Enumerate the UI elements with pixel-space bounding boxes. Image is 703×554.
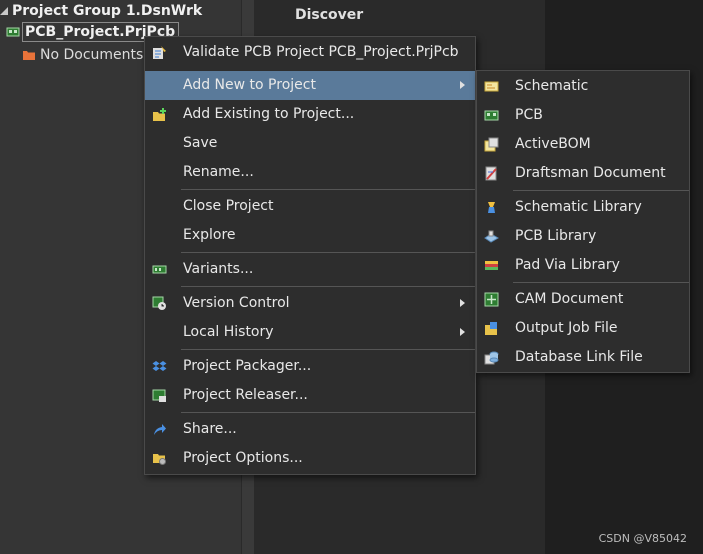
cam-document-label: CAM Document: [515, 291, 624, 307]
menu-item-options[interactable]: Project Options...: [145, 444, 475, 473]
variants-label: Variants...: [183, 261, 254, 277]
menu-item-packager[interactable]: Project Packager...: [145, 352, 475, 381]
menu-item-save[interactable]: Save: [145, 129, 475, 158]
submenu-arrow-icon: [460, 81, 465, 89]
menu-item-close-project[interactable]: Close Project: [145, 192, 475, 221]
schematic-icon: [484, 81, 499, 92]
share-arrow-icon: [154, 424, 166, 435]
validate-icon: [153, 46, 166, 59]
menu-separator: [513, 282, 689, 283]
submenu-item-activebom[interactable]: ActiveBOM: [477, 130, 689, 159]
output-job-file-label: Output Job File: [515, 320, 618, 336]
activebom-label: ActiveBOM: [515, 136, 591, 152]
submenu-item-draftsman[interactable]: Draftsman Document: [477, 159, 689, 188]
submenu-item-pad-via-library[interactable]: Pad Via Library: [477, 251, 689, 280]
submenu-item-output-job-file[interactable]: Output Job File: [477, 314, 689, 343]
close-project-label: Close Project: [183, 198, 274, 214]
submenu-item-schematic-library[interactable]: Schematic Library: [477, 193, 689, 222]
pcb-icon: [484, 110, 499, 121]
releaser-icon: [152, 389, 166, 402]
menu-item-share[interactable]: Share...: [145, 415, 475, 444]
menu-separator: [181, 286, 475, 287]
submenu-item-cam-document[interactable]: CAM Document: [477, 285, 689, 314]
menu-item-releaser[interactable]: Project Releaser...: [145, 381, 475, 410]
collapse-triangle-icon[interactable]: [0, 7, 8, 15]
rename-label: Rename...: [183, 164, 254, 180]
add-new-submenu: Schematic PCB ActiveBOM Draftsman Docume…: [476, 70, 690, 373]
pad-via-library-icon: [485, 261, 498, 270]
submenu-item-pcb[interactable]: PCB: [477, 101, 689, 130]
explore-label: Explore: [183, 227, 236, 243]
local-history-label: Local History: [183, 324, 274, 340]
dropbox-icon: [152, 361, 167, 371]
options-label: Project Options...: [183, 450, 303, 466]
submenu-arrow-icon: [460, 328, 465, 336]
pcb-label: PCB: [515, 107, 543, 123]
schematic-library-label: Schematic Library: [515, 199, 642, 215]
menu-separator: [513, 190, 689, 191]
project-context-menu: Validate PCB Project PCB_Project.PrjPcb …: [144, 36, 476, 475]
watermark: CSDN @V85042: [598, 532, 687, 545]
pcb-project-icon: [6, 27, 20, 37]
activebom-icon: [484, 137, 499, 152]
version-control-label: Version Control: [183, 295, 290, 311]
add-new-label: Add New to Project: [183, 77, 316, 93]
pcb-library-icon: [484, 230, 499, 243]
menu-item-version-control[interactable]: Version Control: [145, 289, 475, 318]
output-job-icon: [485, 322, 497, 335]
submenu-item-database-link-file[interactable]: Database Link File: [477, 343, 689, 372]
project-group-label: Project Group 1.DsnWrk: [12, 3, 203, 19]
menu-separator: [181, 412, 475, 413]
save-label: Save: [183, 135, 218, 151]
discover-heading: Discover: [295, 7, 364, 23]
menu-item-rename[interactable]: Rename...: [145, 158, 475, 187]
schematic-label: Schematic: [515, 78, 589, 94]
submenu-arrow-icon: [460, 299, 465, 307]
database-link-icon: [484, 351, 499, 365]
menu-item-local-history[interactable]: Local History: [145, 318, 475, 347]
cam-document-icon: [484, 292, 499, 307]
menu-item-variants[interactable]: Variants...: [145, 255, 475, 284]
tree-item-project-group[interactable]: Project Group 1.DsnWrk: [0, 1, 202, 21]
folder-icon: [23, 51, 35, 60]
validate-label: Validate PCB Project PCB_Project.PrjPcb: [183, 44, 459, 60]
pad-via-library-label: Pad Via Library: [515, 257, 620, 273]
menu-item-validate[interactable]: Validate PCB Project PCB_Project.PrjPcb: [145, 38, 475, 67]
add-existing-icon: [153, 108, 166, 121]
packager-label: Project Packager...: [183, 358, 312, 374]
pcb-library-label: PCB Library: [515, 228, 597, 244]
submenu-item-schematic[interactable]: Schematic: [477, 72, 689, 101]
add-existing-label: Add Existing to Project...: [183, 106, 355, 122]
no-documents-label: No Documents A: [40, 47, 158, 63]
database-link-file-label: Database Link File: [515, 349, 643, 365]
menu-separator: [181, 349, 475, 350]
draftsman-icon: [485, 166, 497, 181]
share-label: Share...: [183, 421, 237, 437]
variants-icon: [152, 265, 167, 274]
menu-item-add-new[interactable]: Add New to Project: [145, 71, 475, 100]
menu-separator: [181, 252, 475, 253]
submenu-item-pcb-library[interactable]: PCB Library: [477, 222, 689, 251]
tree-item-no-documents[interactable]: No Documents A: [22, 45, 157, 65]
version-control-icon: [152, 296, 166, 310]
draftsman-label: Draftsman Document: [515, 165, 666, 181]
menu-separator: [181, 189, 475, 190]
options-icon: [153, 454, 166, 465]
releaser-label: Project Releaser...: [183, 387, 308, 403]
schematic-library-icon: [488, 202, 495, 213]
menu-item-add-existing[interactable]: Add Existing to Project...: [145, 100, 475, 129]
menu-item-explore[interactable]: Explore: [145, 221, 475, 250]
